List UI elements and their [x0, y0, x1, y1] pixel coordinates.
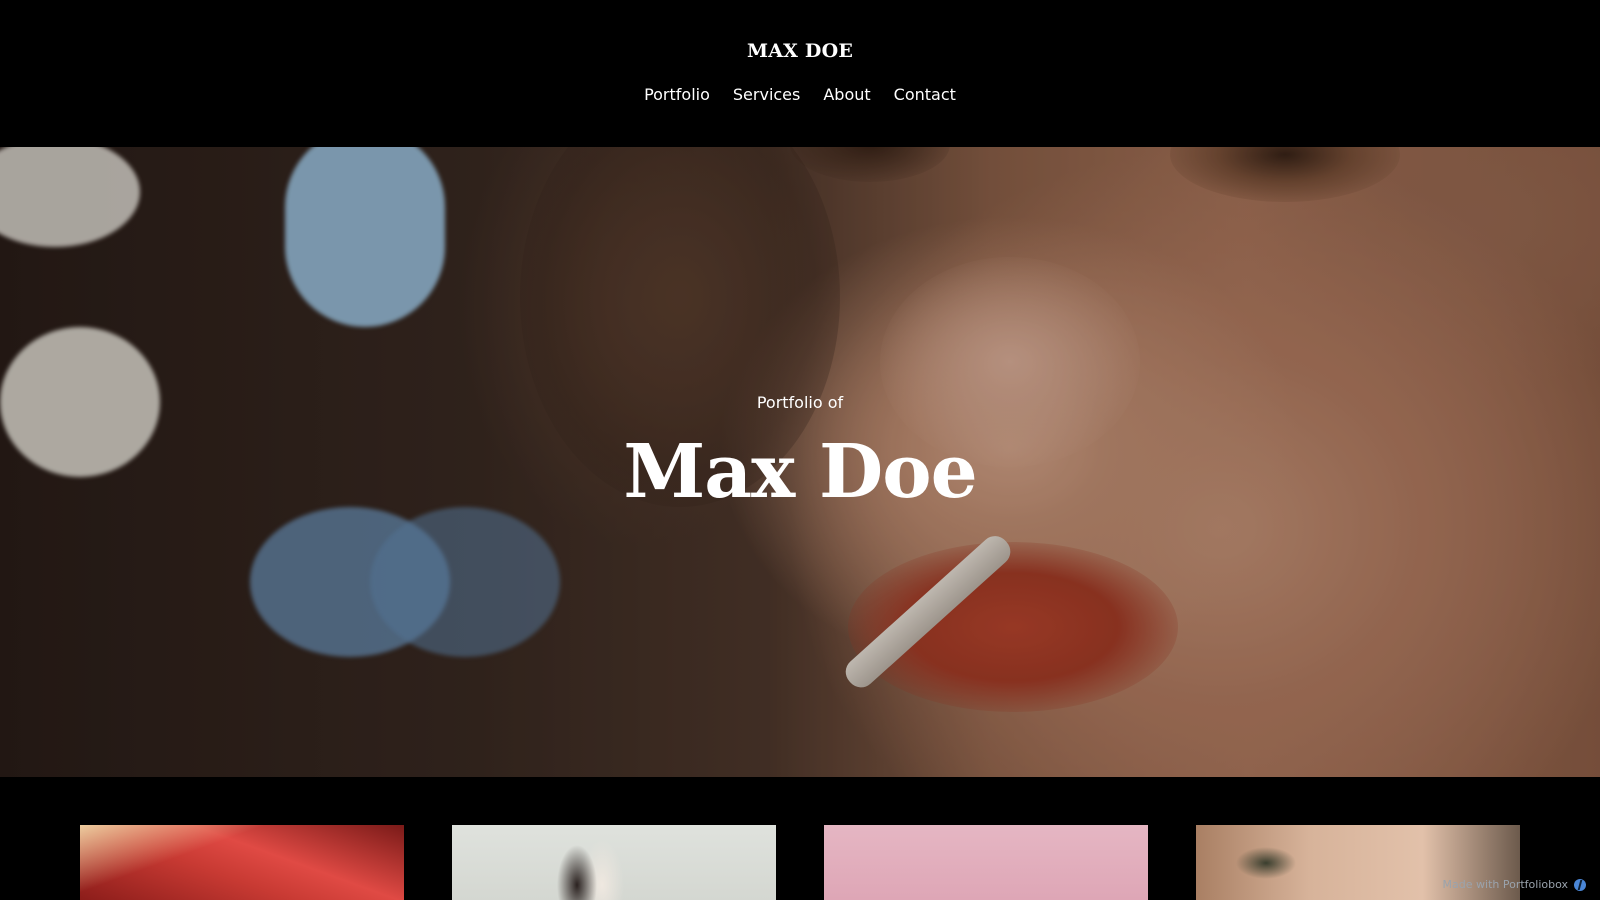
gallery-item[interactable]: [452, 825, 776, 900]
site-header: MAX DOE Portfolio Services About Contact: [0, 0, 1600, 147]
site-logo[interactable]: MAX DOE: [0, 40, 1600, 62]
made-with-portfoliobox-badge[interactable]: Made with Portfoliobox: [1443, 878, 1586, 891]
portfolio-gallery: [0, 825, 1600, 900]
portfoliobox-logo-icon: [1574, 878, 1586, 891]
nav-item-portfolio[interactable]: Portfolio: [644, 85, 710, 104]
nav-item-contact[interactable]: Contact: [894, 85, 956, 104]
main-nav: Portfolio Services About Contact: [0, 85, 1600, 104]
hero-subtitle: Portfolio of: [756, 393, 844, 412]
hero-title: Max Doe: [623, 429, 977, 515]
gallery-item[interactable]: [824, 825, 1148, 900]
badge-label: Made with Portfoliobox: [1442, 878, 1568, 891]
gallery-item[interactable]: [80, 825, 404, 900]
hero-banner: Portfolio of Max Doe: [0, 147, 1600, 777]
nav-item-about[interactable]: About: [823, 85, 870, 104]
nav-item-services[interactable]: Services: [733, 85, 800, 104]
